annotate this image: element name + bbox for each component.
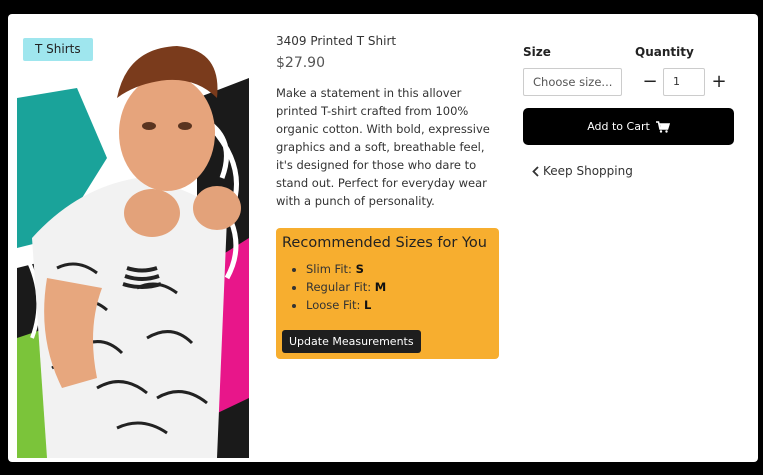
fit-size: M [374, 280, 387, 294]
fit-size: L [364, 298, 372, 312]
quantity-decrease-button[interactable]: − [640, 71, 660, 93]
recommended-sizes-list: Slim Fit: S Regular Fit: M Loose Fit: L [306, 260, 493, 314]
keep-shopping-link[interactable]: Keep Shopping [532, 164, 633, 178]
quantity-input[interactable]: 1 [663, 68, 705, 96]
product-price: $27.90 [276, 55, 325, 71]
recommended-sizes-box: Recommended Sizes for You Slim Fit: S Re… [276, 228, 499, 359]
product-card: T Shirts 3409 Printed T Shirt $27.90 Mak… [8, 14, 758, 462]
cart-icon [655, 120, 670, 133]
list-item: Regular Fit: M [306, 278, 493, 296]
update-measurements-button[interactable]: Update Measurements [282, 330, 421, 353]
recommended-sizes-title: Recommended Sizes for You [282, 235, 487, 251]
add-to-cart-button[interactable]: Add to Cart [523, 108, 734, 145]
size-label: Size [523, 45, 551, 59]
product-info: 3409 Printed T Shirt $27.90 Make a state… [276, 33, 500, 210]
keep-shopping-label: Keep Shopping [543, 164, 633, 178]
add-to-cart-label: Add to Cart [587, 120, 650, 133]
product-description: Make a statement in this allover printed… [276, 86, 490, 208]
chevron-left-icon [532, 165, 539, 177]
fit-size: S [355, 262, 364, 276]
product-name: 3409 Printed T Shirt [276, 34, 397, 48]
quantity-increase-button[interactable]: + [709, 71, 729, 93]
category-tag[interactable]: T Shirts [23, 38, 93, 61]
fit-label: Regular Fit: [306, 280, 375, 294]
size-select[interactable]: Choose size... [523, 68, 622, 96]
product-image [17, 38, 249, 458]
fit-label: Loose Fit: [306, 298, 365, 312]
fit-label: Slim Fit: [306, 262, 356, 276]
list-item: Slim Fit: S [306, 260, 493, 278]
quantity-label: Quantity [635, 45, 694, 59]
list-item: Loose Fit: L [306, 296, 493, 314]
